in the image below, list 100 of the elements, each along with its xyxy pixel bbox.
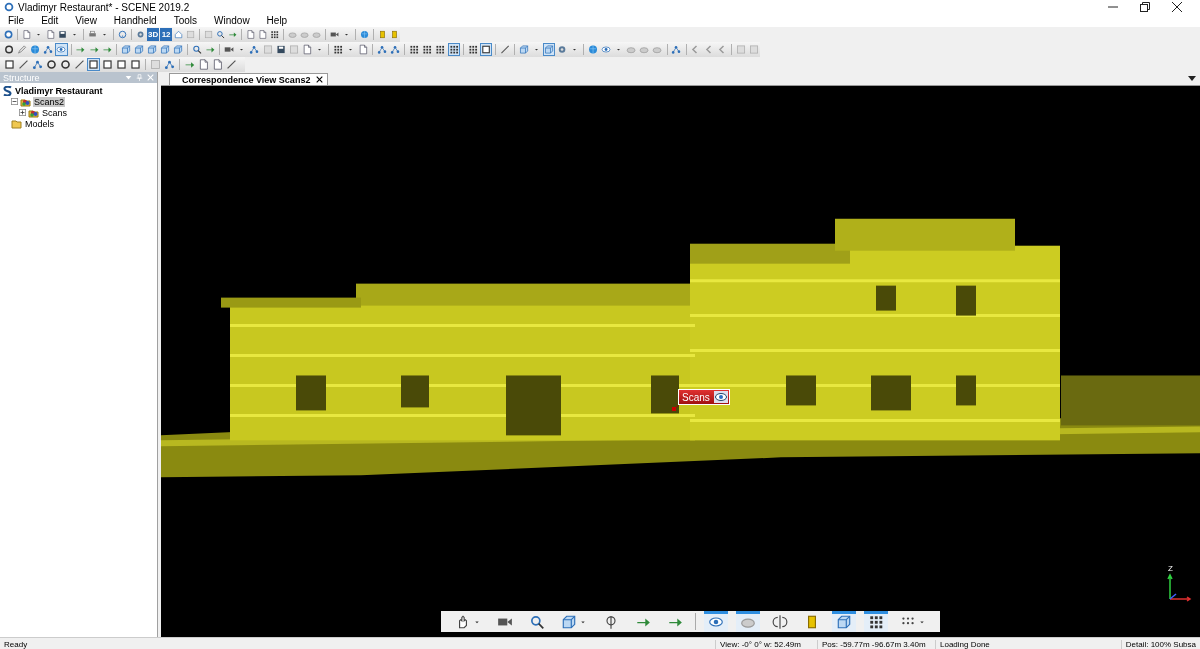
cube-icon[interactable] <box>133 44 144 55</box>
document-icon[interactable] <box>245 29 255 40</box>
menu-item[interactable]: Edit <box>37 15 66 26</box>
expand-icon[interactable] <box>19 109 26 116</box>
grid-icon[interactable] <box>270 29 280 40</box>
cube-icon[interactable] <box>173 44 184 55</box>
viewport[interactable]: Scans Z <box>161 86 1200 637</box>
eye-icon[interactable] <box>713 391 728 403</box>
nodes-icon[interactable] <box>377 44 388 55</box>
document-icon[interactable] <box>358 44 369 55</box>
view-tab[interactable]: Correspondence View Scans2 <box>169 73 329 85</box>
document-icon[interactable] <box>198 59 209 70</box>
status-text: Pos: -59.77m -96.67m 3.40m <box>817 639 935 649</box>
scan-cluster-icon <box>28 107 39 118</box>
logo-icon <box>3 85 12 96</box>
cube-icon[interactable] <box>160 44 171 55</box>
tree-item[interactable]: Vladimyr Restaurant <box>14 85 104 96</box>
cloud-icon[interactable] <box>652 44 663 55</box>
circle-icon[interactable] <box>4 44 15 55</box>
cube-icon[interactable] <box>120 44 131 55</box>
toolbar-button[interactable]: 12 <box>160 28 172 41</box>
tree-item[interactable]: Models <box>24 118 55 129</box>
cube-icon[interactable] <box>543 44 554 55</box>
square-icon[interactable] <box>88 59 99 70</box>
document-icon[interactable] <box>301 44 312 55</box>
nodes-icon[interactable] <box>43 44 54 55</box>
chevron-icon[interactable] <box>716 44 727 55</box>
grid-icon[interactable] <box>332 44 343 55</box>
tree-item[interactable]: Scans <box>41 107 68 118</box>
axis-triad-icon <box>1166 573 1192 603</box>
status-text: View: -0° 0° w: 52.49m <box>715 639 817 649</box>
house-icon[interactable] <box>173 29 183 40</box>
cloud-icon[interactable] <box>639 44 650 55</box>
toolbar-button[interactable] <box>864 611 888 632</box>
scan-cluster-icon <box>20 96 31 107</box>
square-icon[interactable] <box>130 59 141 70</box>
square-icon[interactable] <box>480 44 491 55</box>
restore-icon[interactable] <box>1140 2 1150 12</box>
menu-item[interactable]: Handheld <box>109 15 164 26</box>
nodes-icon[interactable] <box>32 59 43 70</box>
menu-item[interactable]: Window <box>210 15 257 26</box>
eye-icon[interactable] <box>601 44 612 55</box>
menu-item[interactable]: Help <box>262 15 295 26</box>
close-icon[interactable] <box>316 76 324 83</box>
window-title: Vladimyr Restaurant* - SCENE 2019.2 <box>18 1 191 13</box>
panel-title: Structure <box>3 72 41 83</box>
axis-label: Z <box>1168 564 1173 573</box>
caret-icon[interactable] <box>1188 76 1196 82</box>
grid-icon <box>868 613 884 630</box>
circle-icon[interactable] <box>46 59 57 70</box>
grid-icon[interactable] <box>448 44 459 55</box>
nodes-icon[interactable] <box>390 44 401 55</box>
scan-label-text: Scans <box>682 391 710 403</box>
cube-icon <box>836 613 852 630</box>
square-icon[interactable] <box>102 59 113 70</box>
zoom-icon <box>529 613 545 630</box>
menu-item[interactable]: View <box>71 15 104 26</box>
line-icon[interactable] <box>74 59 85 70</box>
eye-icon[interactable] <box>56 44 67 55</box>
toolbar-button[interactable] <box>704 611 728 632</box>
document-icon[interactable] <box>21 29 31 40</box>
line-icon[interactable] <box>499 44 510 55</box>
nodes-icon[interactable] <box>164 59 175 70</box>
bar-icon[interactable] <box>390 29 400 40</box>
menu-item[interactable]: File <box>4 15 32 26</box>
circle-icon[interactable] <box>60 59 71 70</box>
nodes-icon[interactable] <box>249 44 260 55</box>
camera-icon[interactable] <box>224 44 235 55</box>
status-text: Ready <box>3 639 29 649</box>
grid-icon[interactable] <box>409 44 420 55</box>
cube-icon[interactable] <box>146 44 158 55</box>
cube-icon[interactable] <box>518 44 529 55</box>
tree-item[interactable]: Scans2 <box>33 96 66 107</box>
scan-label[interactable]: Scans <box>678 389 730 405</box>
collapse-icon[interactable] <box>11 98 18 105</box>
folder-icon <box>11 118 22 129</box>
toolbar-button[interactable]: 3D <box>146 28 160 41</box>
cloud-icon[interactable] <box>626 44 637 55</box>
help-icon[interactable] <box>117 29 128 40</box>
grid-icon[interactable] <box>467 44 478 55</box>
chevron-icon[interactable] <box>703 44 714 55</box>
line-icon[interactable] <box>18 59 29 70</box>
logo-icon[interactable] <box>4 29 14 40</box>
zoom-icon[interactable] <box>192 44 203 55</box>
zoom-icon[interactable] <box>215 29 225 40</box>
document-icon[interactable] <box>212 59 223 70</box>
square-icon[interactable] <box>116 59 127 70</box>
line-icon[interactable] <box>226 59 237 70</box>
square-icon[interactable] <box>4 59 15 70</box>
bar-icon[interactable] <box>377 29 388 40</box>
pivot-icon <box>603 613 619 630</box>
grid-icon[interactable] <box>422 44 433 55</box>
grid-icon[interactable] <box>435 44 446 55</box>
globe-icon[interactable] <box>30 44 41 55</box>
nodes-icon[interactable] <box>671 44 682 55</box>
globe-icon[interactable] <box>587 44 599 55</box>
close-icon[interactable] <box>1172 2 1182 12</box>
menu-item[interactable]: Tools <box>169 15 205 26</box>
globe-icon[interactable] <box>360 29 370 40</box>
cube-icon <box>561 613 577 630</box>
